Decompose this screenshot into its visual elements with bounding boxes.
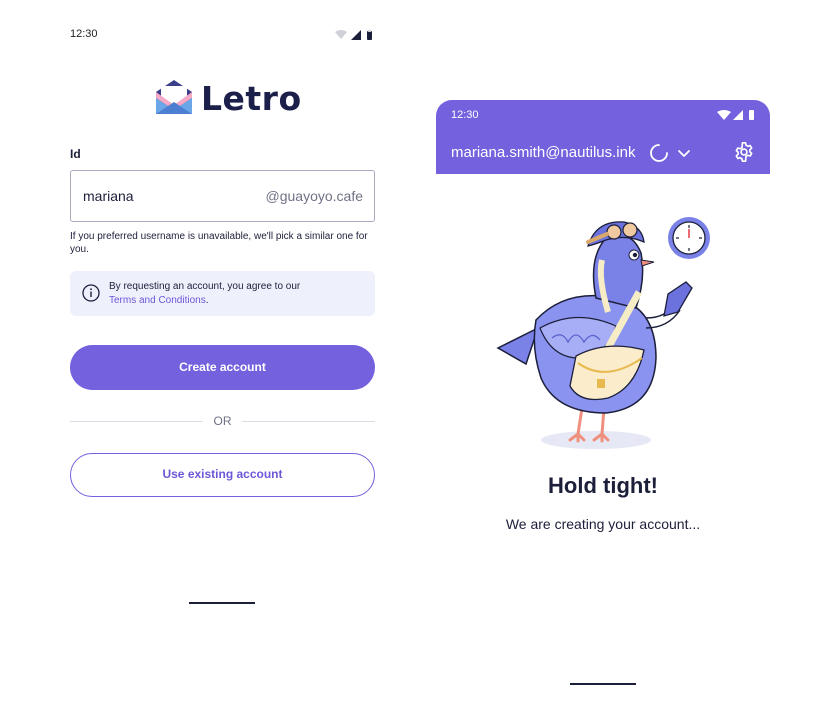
or-divider: OR	[70, 413, 375, 429]
gear-icon[interactable]	[733, 141, 755, 163]
username-helper-text: If you preferred username is unavailable…	[70, 231, 368, 255]
wifi-icon	[717, 110, 731, 120]
id-label: Id	[70, 147, 81, 161]
pigeon-courier-illustration	[496, 217, 710, 449]
terms-prefix: By requesting an account, you agree to o…	[109, 281, 301, 292]
sign-up-screen: 12:30 Letro Id mariana @guayoyo.cafe If …	[0, 0, 445, 711]
wifi-icon	[335, 30, 347, 39]
brand-name: Letro	[201, 79, 302, 118]
username-value[interactable]: mariana	[83, 188, 134, 204]
hold-tight-heading: Hold tight!	[548, 473, 658, 498]
status-bar: 12:30	[70, 27, 375, 43]
status-icons	[717, 110, 754, 120]
terms-link[interactable]: Terms and Conditions	[109, 295, 206, 306]
domain-suffix: @guayoyo.cafe	[265, 188, 364, 204]
signal-icon	[351, 30, 361, 40]
home-indicator[interactable]	[189, 602, 255, 604]
status-time: 12:30	[70, 28, 98, 40]
info-icon	[82, 284, 100, 302]
loading-spinner-icon	[650, 144, 668, 162]
terms-notice: By requesting an account, you agree to o…	[70, 271, 375, 316]
app-bar: 12:30 mariana.smith@nautilus.ink	[436, 100, 770, 174]
letro-logo: Letro	[153, 78, 301, 118]
battery-icon	[367, 31, 372, 40]
chevron-down-icon[interactable]	[676, 145, 692, 161]
create-account-button[interactable]: Create account	[70, 345, 375, 390]
envelope-logo-icon	[156, 80, 192, 114]
terms-suffix: .	[205, 295, 209, 306]
creating-account-screen: 12:30 mariana.smith@nautilus.ink Hold ti…	[436, 100, 770, 711]
battery-icon	[749, 110, 754, 120]
terms-text: By requesting an account, you agree to o…	[109, 280, 300, 308]
creating-account-message: We are creating your account...	[505, 516, 701, 532]
username-input[interactable]: mariana @guayoyo.cafe	[70, 170, 375, 222]
use-existing-account-button[interactable]: Use existing account	[70, 453, 375, 497]
account-switcher-email[interactable]: mariana.smith@nautilus.ink	[451, 144, 635, 161]
divider-line-right	[242, 421, 375, 422]
status-time: 12:30	[451, 109, 479, 121]
status-icons	[335, 30, 372, 40]
signal-icon	[733, 110, 743, 120]
home-indicator[interactable]	[570, 683, 636, 685]
